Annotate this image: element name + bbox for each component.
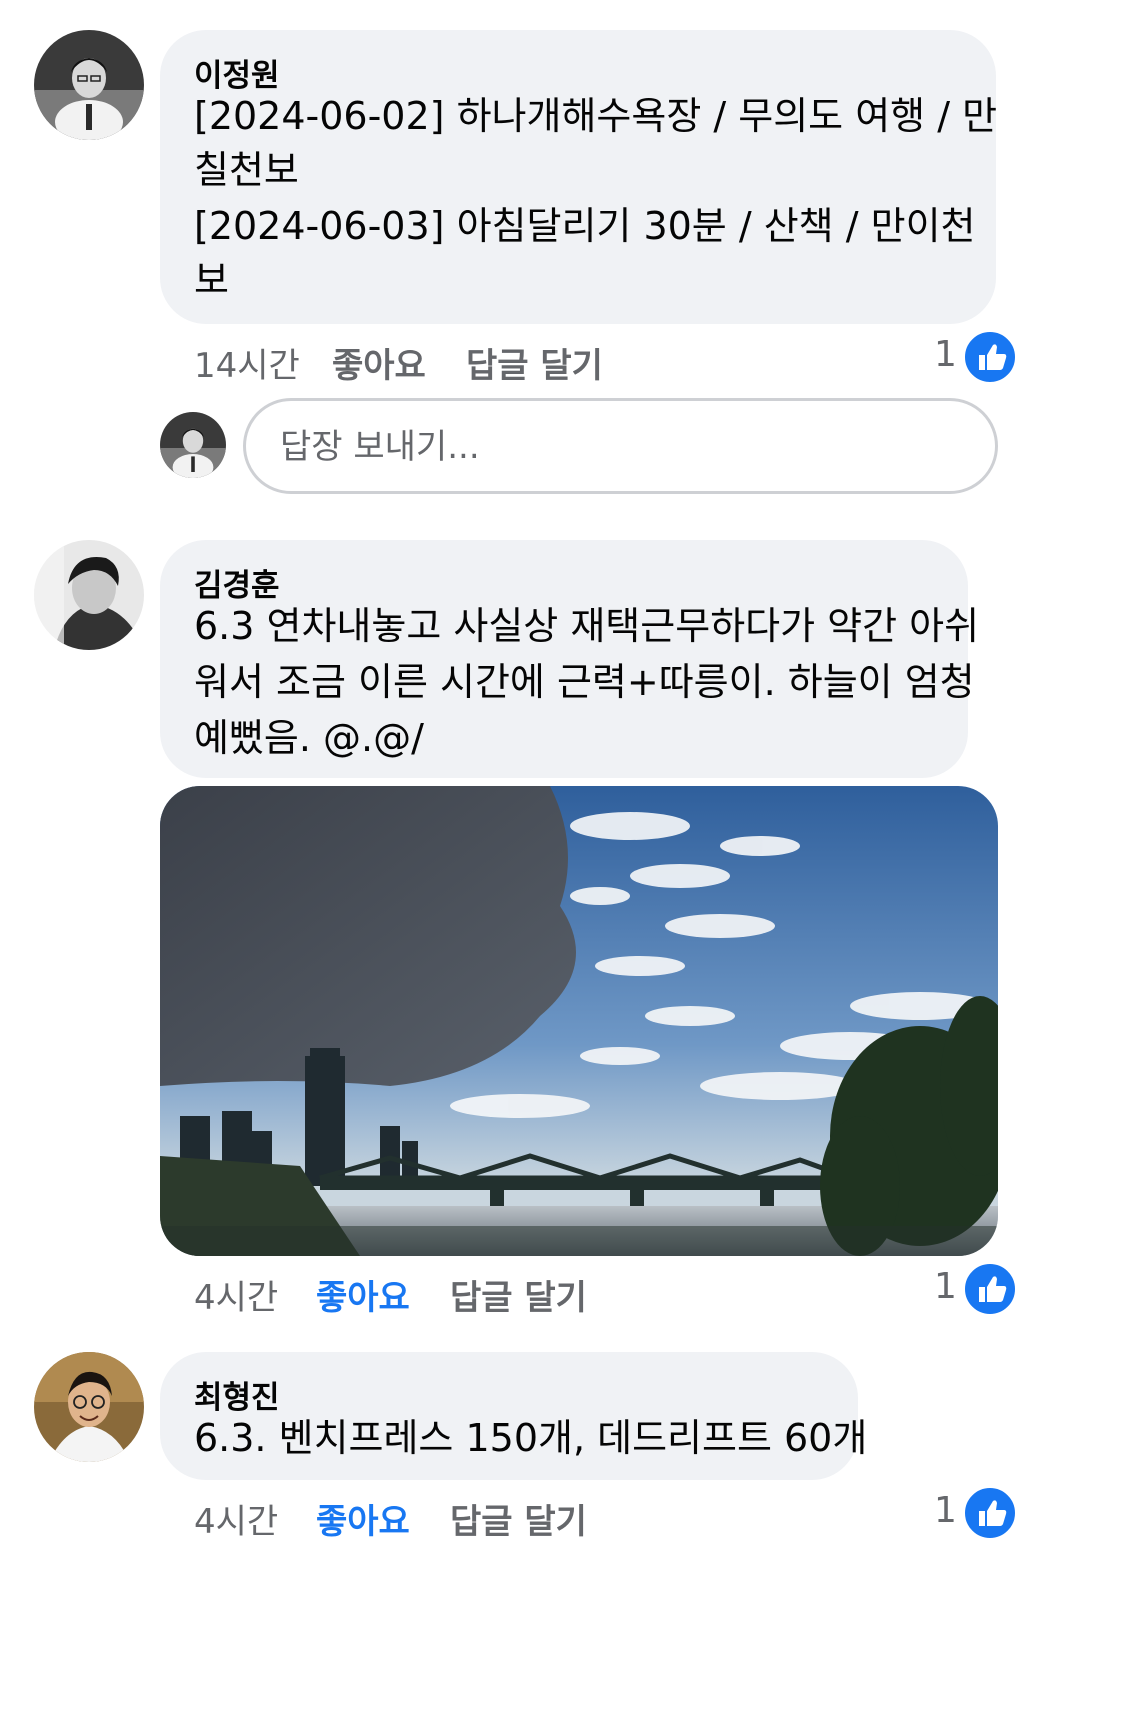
avatar-1[interactable] bbox=[34, 30, 144, 140]
avatar-2[interactable] bbox=[34, 540, 144, 650]
comment-time-1[interactable]: 14시간 bbox=[194, 338, 300, 387]
reply-input[interactable] bbox=[278, 401, 882, 493]
comment-time-2[interactable]: 4시간 bbox=[194, 1270, 278, 1319]
reply-button-2[interactable]: 답글 달기 bbox=[450, 1270, 587, 1319]
reaction-count-1[interactable]: 1 bbox=[934, 334, 957, 375]
like-button-2[interactable]: 좋아요 bbox=[316, 1270, 410, 1319]
comment-text-1-line-4: 보 bbox=[194, 258, 229, 302]
reply-avatar bbox=[160, 412, 226, 478]
comment-text-3-line-1: 6.3. 벤치프레스 150개, 데드리프트 60개 bbox=[194, 1416, 868, 1460]
avatar-3[interactable] bbox=[34, 1352, 144, 1462]
comment-text-1-line-2: 칠천보 bbox=[194, 148, 299, 192]
thumbs-up-icon[interactable] bbox=[962, 1261, 1018, 1317]
comment-text-2-line-3: 예뻤음. @.@/ bbox=[194, 716, 424, 760]
comment-text-2-line-1: 6.3 연차내놓고 사실상 재택근무하다가 약간 아쉬 bbox=[194, 604, 980, 648]
comment-photo[interactable] bbox=[160, 786, 998, 1256]
thumbs-up-icon[interactable] bbox=[962, 329, 1018, 385]
reply-button-1[interactable]: 답글 달기 bbox=[466, 338, 603, 387]
reply-button-3[interactable]: 답글 달기 bbox=[450, 1494, 587, 1543]
reaction-count-3[interactable]: 1 bbox=[934, 1490, 957, 1531]
comment-text-2-line-2: 워서 조금 이른 시간에 근력+따릉이. 하늘이 엄청 bbox=[194, 660, 975, 704]
reply-input-box[interactable] bbox=[243, 398, 998, 494]
thumbs-up-icon[interactable] bbox=[962, 1485, 1018, 1541]
reaction-count-2[interactable]: 1 bbox=[934, 1266, 957, 1307]
comment-text-1-line-1: [2024-06-02] 하나개해수욕장 / 무의도 여행 / 만 bbox=[194, 94, 998, 138]
comment-text-1-line-3: [2024-06-03] 아침달리기 30분 / 산책 / 만이천 bbox=[194, 204, 976, 248]
like-button-3[interactable]: 좋아요 bbox=[316, 1494, 410, 1543]
like-button-1[interactable]: 좋아요 bbox=[332, 338, 426, 387]
comment-time-3[interactable]: 4시간 bbox=[194, 1494, 278, 1543]
